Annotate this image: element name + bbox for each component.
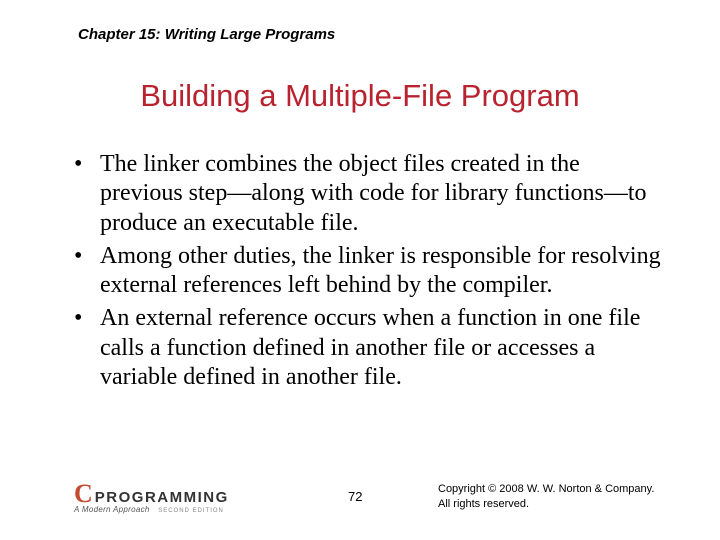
logo-edition: SECOND EDITION [158,508,224,514]
list-item: The linker combines the object files cre… [74,150,664,238]
logo-top-row: C PROGRAMMING [74,483,259,506]
logo-subtitle-text: A Modern Approach [74,505,150,514]
logo-subtitle: A Modern Approach SECOND EDITION [74,505,259,514]
copyright-line: Copyright © 2008 W. W. Norton & Company. [438,482,654,497]
book-logo: C PROGRAMMING A Modern Approach SECOND E… [74,483,259,514]
list-item: Among other duties, the linker is respon… [74,242,664,301]
logo-word-programming: PROGRAMMING [95,489,229,506]
bullet-list: The linker combines the object files cre… [74,150,664,396]
copyright-notice: Copyright © 2008 W. W. Norton & Company.… [438,482,654,512]
page-number: 72 [348,489,362,504]
slide-title: Building a Multiple-File Program [0,78,720,114]
copyright-line: All rights reserved. [438,497,654,512]
slide-footer: C PROGRAMMING A Modern Approach SECOND E… [0,476,720,516]
logo-letter-c: C [74,483,93,505]
list-item: An external reference occurs when a func… [74,304,664,392]
chapter-label: Chapter 15: Writing Large Programs [78,26,335,43]
